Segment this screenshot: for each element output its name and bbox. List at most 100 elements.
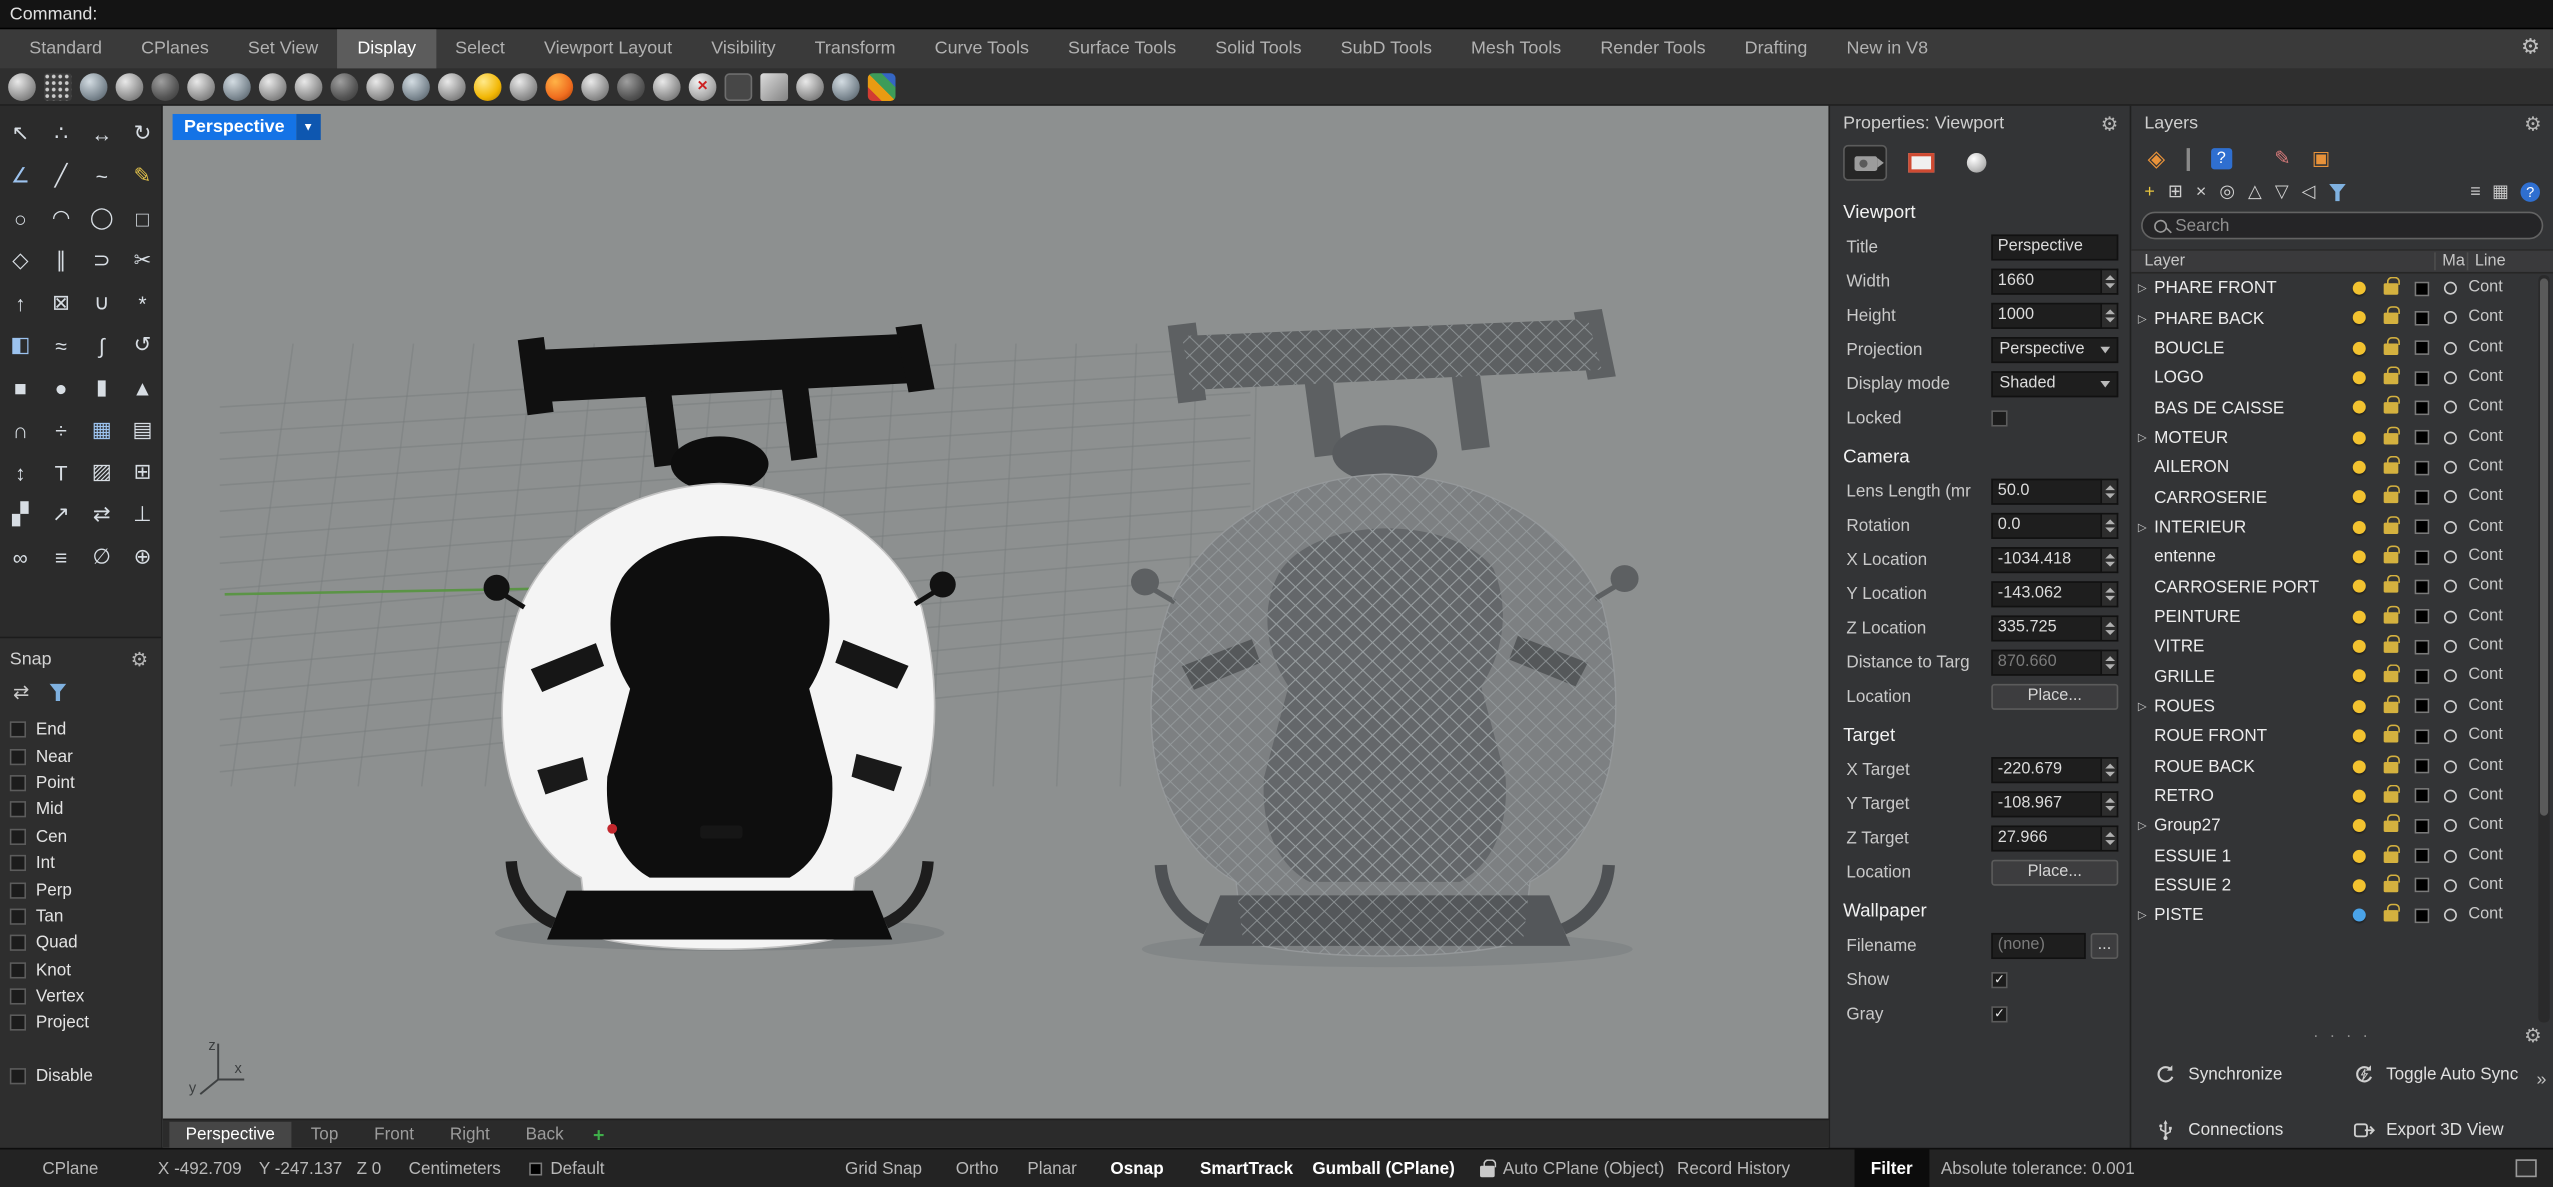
properties-gear-icon[interactable]: ⚙ bbox=[2101, 114, 2119, 134]
layer-linetype[interactable]: Cont bbox=[2468, 786, 2502, 804]
layer-visibility-bulb-icon[interactable] bbox=[2353, 819, 2366, 832]
osnap-item-int[interactable]: Int bbox=[10, 850, 161, 877]
layer-visibility-bulb-icon[interactable] bbox=[2353, 401, 2366, 414]
expand-icon[interactable]: ▷ bbox=[2138, 700, 2154, 713]
layer-color-swatch[interactable] bbox=[2415, 699, 2430, 714]
layer-linetype[interactable]: Cont bbox=[2468, 577, 2502, 595]
trim-tool-icon[interactable]: ✂ bbox=[125, 243, 161, 279]
monochrome-display-icon[interactable] bbox=[438, 72, 466, 100]
status-record-history[interactable]: Record History bbox=[1677, 1150, 1790, 1187]
menu-tab-mesh-tools[interactable]: Mesh Tools bbox=[1451, 29, 1580, 68]
layer-color-swatch[interactable] bbox=[2415, 908, 2430, 923]
status-layer[interactable]: Default bbox=[529, 1150, 604, 1187]
layer-visibility-bulb-icon[interactable] bbox=[2353, 521, 2366, 534]
layer-visibility-bulb-icon[interactable] bbox=[2353, 312, 2366, 325]
expand-icon[interactable]: ▷ bbox=[2138, 312, 2154, 325]
filename-browse-button[interactable]: ... bbox=[2091, 932, 2119, 958]
viewport-capture-icon[interactable] bbox=[760, 72, 788, 100]
control-point-curve-tool-icon[interactable]: ✎ bbox=[125, 158, 161, 194]
render-settings-icon[interactable] bbox=[510, 72, 538, 100]
menu-tab-display[interactable]: Display bbox=[338, 29, 436, 68]
menu-tab-transform[interactable]: Transform bbox=[795, 29, 915, 68]
menu-tab-set-view[interactable]: Set View bbox=[228, 29, 337, 68]
expand-icon[interactable]: ▷ bbox=[2138, 909, 2154, 922]
circle-tool-icon[interactable]: ○ bbox=[2, 200, 38, 236]
box-edit-panel-tab[interactable]: ▣ bbox=[2312, 148, 2330, 169]
spin-up-icon[interactable] bbox=[2104, 797, 2114, 802]
layer-name[interactable]: Group27 bbox=[2154, 816, 2346, 836]
layers-help-icon[interactable]: ? bbox=[2520, 182, 2540, 202]
layer-material-icon[interactable] bbox=[2444, 371, 2457, 384]
layer-name[interactable]: RETRO bbox=[2154, 786, 2346, 806]
layer-material-icon[interactable] bbox=[2444, 341, 2457, 354]
loft-tool-icon[interactable]: ≈ bbox=[43, 327, 79, 363]
layer-color-swatch[interactable] bbox=[2415, 639, 2430, 654]
layer-row-roues[interactable]: ▷ROUESCont bbox=[2131, 692, 2553, 722]
layer-name[interactable]: LOGO bbox=[2154, 368, 2346, 388]
layer-linetype[interactable]: Cont bbox=[2468, 906, 2502, 924]
menu-tab-subd-tools[interactable]: SubD Tools bbox=[1321, 29, 1451, 68]
layer-row-moteur[interactable]: ▷MOTEURCont bbox=[2131, 423, 2553, 453]
osnap-checkbox[interactable] bbox=[10, 802, 26, 818]
layer-material-icon[interactable] bbox=[2444, 730, 2457, 743]
sphere-tool-icon[interactable]: ● bbox=[43, 370, 79, 406]
menu-tab-drafting[interactable]: Drafting bbox=[1725, 29, 1827, 68]
annotate-panel-tab[interactable]: ✎ bbox=[2274, 148, 2290, 169]
layer-name[interactable]: PISTE bbox=[2154, 906, 2346, 926]
layer-color-swatch[interactable] bbox=[2415, 669, 2430, 684]
layer-color-swatch[interactable] bbox=[2415, 848, 2430, 863]
layer-name[interactable]: ROUES bbox=[2154, 697, 2346, 717]
lens-length-mr-spinner[interactable] bbox=[2102, 478, 2118, 504]
ghosted-display-icon[interactable] bbox=[187, 72, 215, 100]
layer-lock-icon[interactable] bbox=[2384, 761, 2399, 772]
layer-name[interactable]: PHARE BACK bbox=[2154, 309, 2346, 329]
layer-name[interactable]: AILERON bbox=[2154, 458, 2346, 478]
status-smarttrack[interactable]: SmartTrack bbox=[1200, 1150, 1293, 1187]
raytraced-display-icon[interactable] bbox=[402, 72, 430, 100]
layer-visibility-bulb-icon[interactable] bbox=[2353, 282, 2366, 295]
status-gumball[interactable]: Gumball (CPlane) bbox=[1312, 1150, 1454, 1187]
spin-down-icon[interactable] bbox=[2104, 527, 2114, 532]
layer-material-icon[interactable] bbox=[2444, 849, 2457, 862]
layer-linetype[interactable]: Cont bbox=[2468, 547, 2502, 565]
osnap-item-quad[interactable]: Quad bbox=[10, 930, 161, 957]
osnap-item-tan[interactable]: Tan bbox=[10, 903, 161, 930]
layers-splitter[interactable]: ⚙ bbox=[2131, 1024, 2553, 1047]
layer-lock-icon[interactable] bbox=[2384, 433, 2399, 444]
layer-visibility-bulb-icon[interactable] bbox=[2353, 670, 2366, 683]
named-views-icon[interactable] bbox=[832, 72, 860, 100]
cone-tool-icon[interactable]: ▲ bbox=[125, 370, 161, 406]
array-tool-icon[interactable]: ▞ bbox=[2, 497, 38, 533]
layer-row-phare-front[interactable]: ▷PHARE FRONTCont bbox=[2131, 274, 2553, 304]
layer-material-icon[interactable] bbox=[2444, 670, 2457, 683]
layer-lock-icon[interactable] bbox=[2384, 552, 2399, 563]
layer-material-icon[interactable] bbox=[2444, 312, 2457, 325]
new-sublayer-icon[interactable]: ⊞ bbox=[2168, 183, 2183, 201]
layers-menu-icon[interactable]: ≡ bbox=[2470, 183, 2480, 201]
layer-color-swatch[interactable] bbox=[2415, 460, 2430, 475]
help-panel-tab[interactable]: ? bbox=[2211, 148, 2232, 169]
layer-linetype[interactable]: Cont bbox=[2468, 816, 2502, 834]
offset-tool-icon[interactable]: ∥ bbox=[43, 243, 79, 279]
distance-to-targ-input[interactable] bbox=[1991, 649, 2102, 675]
wireframe-car-model[interactable] bbox=[1062, 269, 1707, 972]
x-location-input[interactable] bbox=[1991, 546, 2102, 572]
sun-icon[interactable] bbox=[474, 72, 502, 100]
layer-lock-icon[interactable] bbox=[2384, 791, 2399, 802]
status-grid-snap[interactable]: Grid Snap bbox=[845, 1150, 922, 1187]
ellipse-tool-icon[interactable]: ◯ bbox=[84, 200, 120, 236]
layer-lock-icon[interactable] bbox=[2384, 701, 2399, 712]
osnap-checkbox[interactable] bbox=[10, 775, 26, 791]
spin-up-icon[interactable] bbox=[2104, 763, 2114, 768]
menu-tab-surface-tools[interactable]: Surface Tools bbox=[1048, 29, 1195, 68]
boolean-difference-tool-icon[interactable]: ÷ bbox=[43, 412, 79, 448]
spin-down-icon[interactable] bbox=[2104, 493, 2114, 498]
height-input[interactable] bbox=[1991, 302, 2102, 328]
spin-down-icon[interactable] bbox=[2104, 805, 2114, 810]
spin-down-icon[interactable] bbox=[2104, 771, 2114, 776]
menu-tab-viewport-layout[interactable]: Viewport Layout bbox=[524, 29, 691, 68]
layer-row-carroserie[interactable]: CARROSERIECont bbox=[2131, 483, 2553, 513]
location-button[interactable]: Place... bbox=[1991, 683, 2118, 709]
zoom-tool-icon[interactable]: ⊕ bbox=[125, 539, 161, 575]
delete-layer-icon[interactable]: × bbox=[2196, 183, 2206, 201]
